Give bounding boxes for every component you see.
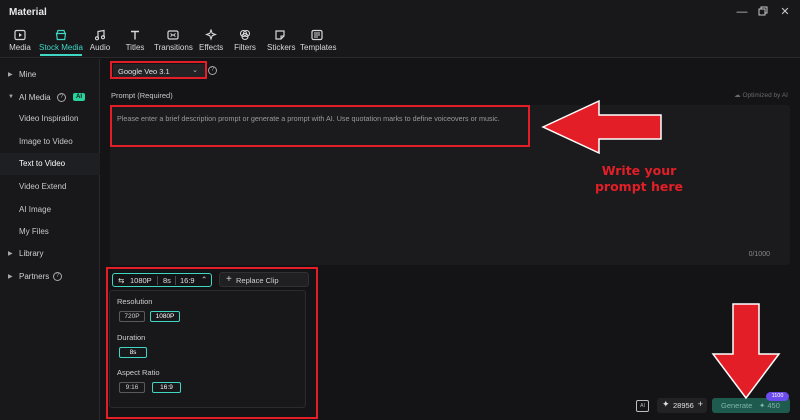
- prompt-label: Prompt (Required): [111, 91, 173, 100]
- tab-effects[interactable]: Effects: [199, 29, 223, 52]
- sticker-icon: [275, 30, 285, 40]
- tab-templates[interactable]: Templates: [300, 29, 337, 52]
- tab-transitions-label: Transitions: [154, 43, 193, 52]
- annotation-line-1: Write your: [601, 163, 677, 178]
- annotation-text: Write your prompt here: [579, 163, 699, 195]
- info-icon[interactable]: ?: [208, 66, 217, 75]
- window-title: Material: [9, 7, 47, 18]
- sidebar: ▶ Mine ▼ AI Media ? AI Video Inspiration…: [0, 59, 100, 420]
- caret-down-icon: ▼: [8, 94, 14, 100]
- caret-right-icon: ▶: [8, 72, 13, 78]
- generate-cost-value: 450: [767, 401, 780, 410]
- close-icon[interactable]: ✕: [779, 6, 791, 18]
- annotation-prompt-highlight: [110, 105, 530, 147]
- optimized-text: Optimized by AI: [742, 92, 788, 99]
- templates-icon: [311, 29, 323, 41]
- restore-icon[interactable]: [757, 6, 769, 18]
- annotation-line-2: prompt here: [594, 179, 684, 194]
- tab-transitions[interactable]: Transitions: [154, 29, 193, 52]
- generate-label: Generate: [721, 401, 753, 410]
- tab-stickers[interactable]: Stickers: [267, 29, 296, 52]
- sidebar-group-label: Mine: [19, 70, 37, 79]
- ai-optimize-icon: ☁: [734, 92, 741, 99]
- sidebar-item-label: AI Image: [19, 205, 52, 214]
- tab-media[interactable]: Media: [8, 29, 32, 52]
- tab-media-label: Media: [9, 43, 31, 52]
- sidebar-item-label: Text to Video: [19, 159, 66, 168]
- tab-stickers-label: Stickers: [267, 43, 296, 52]
- title-bar: Material — ✕: [0, 0, 800, 26]
- ai-assist-icon[interactable]: AI: [636, 400, 649, 412]
- credits-display[interactable]: ✦ 28956 +: [657, 398, 707, 413]
- sidebar-item-video-inspiration[interactable]: Video Inspiration: [0, 108, 100, 130]
- caret-right-icon: ▶: [8, 251, 13, 257]
- help-icon[interactable]: ?: [53, 272, 62, 281]
- media-toolbar: Media Stock Media Audio Titles Transitio…: [0, 26, 800, 58]
- transitions-icon: [167, 30, 179, 40]
- tab-effects-label: Effects: [199, 43, 224, 52]
- tab-audio-label: Audio: [89, 43, 111, 52]
- annotation-arrow-left-icon: [541, 99, 662, 155]
- media-icon: [14, 29, 26, 41]
- sidebar-group-label: AI Media: [19, 93, 51, 102]
- tab-filters[interactable]: Filters: [234, 29, 256, 52]
- credits-value: 28956: [673, 401, 694, 410]
- sidebar-group-mine[interactable]: ▶ Mine: [0, 65, 100, 85]
- optimized-by-ai-label: ☁ Optimized by AI: [734, 91, 788, 99]
- sidebar-item-label: Video Extend: [19, 182, 67, 191]
- sidebar-group-ai-media[interactable]: ▼ AI Media ? AI: [0, 88, 100, 108]
- sidebar-item-image-to-video[interactable]: Image to Video: [0, 131, 100, 153]
- text-icon: [131, 30, 139, 40]
- sparkle-icon: [205, 29, 217, 41]
- add-credits-icon[interactable]: +: [698, 399, 703, 409]
- sidebar-group-label: Library: [19, 249, 44, 258]
- tab-stock-media[interactable]: Stock Media: [38, 29, 84, 56]
- filters-icon: [239, 29, 251, 41]
- main-panel: Google Veo 3.1 ⌄ ? Prompt (Required) ☁ O…: [101, 59, 800, 420]
- annotation-model-highlight: [110, 61, 207, 79]
- sidebar-item-video-extend[interactable]: Video Extend: [0, 176, 100, 198]
- music-note-icon: [94, 29, 106, 41]
- sidebar-group-label: Partners: [19, 272, 50, 281]
- sidebar-item-text-to-video[interactable]: Text to Video: [0, 153, 100, 175]
- help-icon[interactable]: ?: [57, 93, 66, 102]
- tab-templates-label: Templates: [300, 43, 337, 52]
- sidebar-group-partners[interactable]: ▶ Partners ?: [0, 267, 100, 287]
- tab-stock-media-label: Stock Media: [38, 43, 84, 52]
- sidebar-item-ai-image[interactable]: AI Image: [0, 199, 100, 221]
- minimize-icon[interactable]: —: [736, 6, 748, 18]
- char-counter: 0/1000: [748, 251, 770, 258]
- sidebar-group-library[interactable]: ▶ Library: [0, 244, 100, 264]
- sidebar-item-label: My Files: [19, 227, 49, 236]
- tab-audio[interactable]: Audio: [89, 29, 111, 52]
- sidebar-item-my-files[interactable]: My Files: [0, 221, 100, 243]
- stock-media-icon: [55, 29, 67, 41]
- tab-titles[interactable]: Titles: [125, 29, 145, 52]
- sidebar-item-label: Image to Video: [19, 137, 73, 146]
- tab-filters-label: Filters: [234, 43, 256, 52]
- ai-badge: AI: [73, 93, 85, 101]
- sidebar-item-label: Video Inspiration: [19, 114, 79, 123]
- caret-right-icon: ▶: [8, 274, 13, 280]
- generate-cost: ✦ 450: [759, 401, 780, 410]
- annotation-settings-highlight: [106, 267, 318, 419]
- annotation-arrow-down-icon: [711, 303, 781, 400]
- sparkle-credits-icon: ✦: [662, 399, 670, 409]
- tab-titles-label: Titles: [125, 43, 145, 52]
